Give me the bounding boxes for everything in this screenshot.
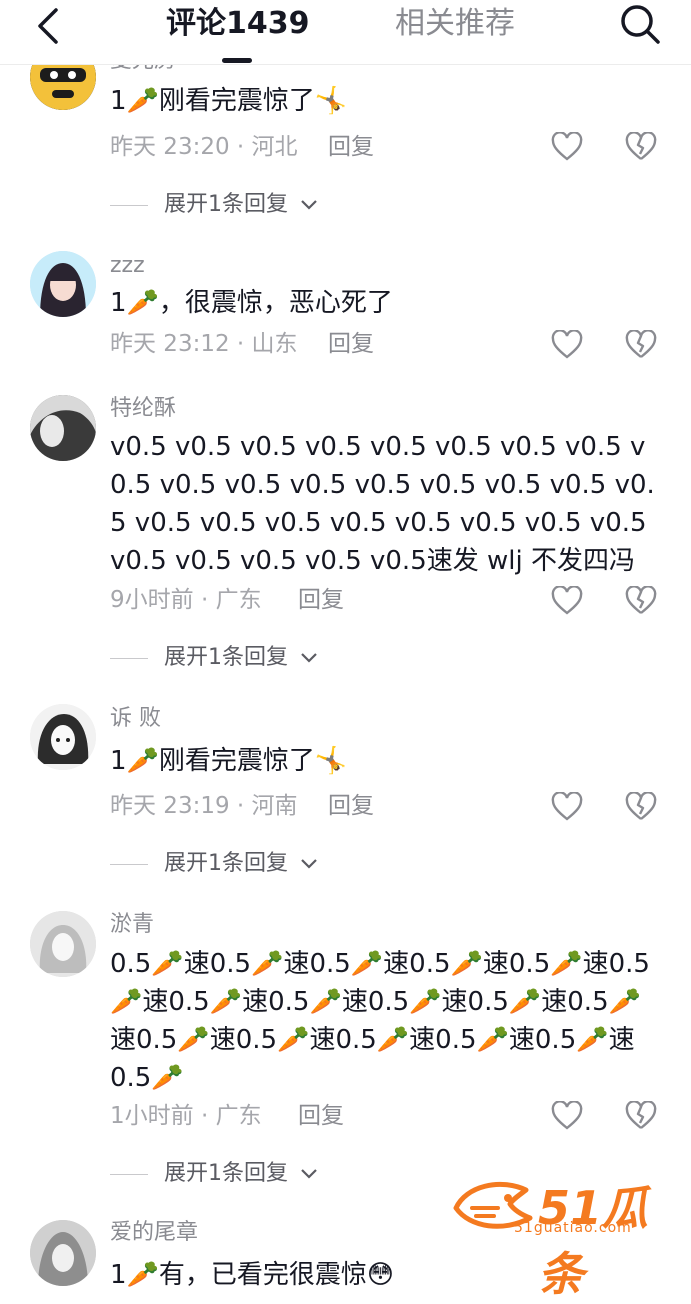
reply-button[interactable]: 回复 [328,791,374,821]
reply-button[interactable]: 回复 [328,132,374,162]
heart-icon[interactable] [551,132,583,162]
comment-meta: 昨天 23:20 · 河北 [110,134,298,160]
divider-line [110,864,148,865]
comment-text: 1🥕，很震惊，恶心死了 [110,288,393,318]
chevron-down-icon [301,1169,317,1179]
divider-line [110,205,148,206]
tab-related[interactable]: 相关推荐 [395,4,515,44]
comment-meta: 9小时前 · 广东 [110,587,262,613]
avatar[interactable] [30,911,96,977]
comment-text: 0.5🥕速0.5🥕速0.5🥕速0.5🥕速0.5🥕速0.5🥕速0.5🥕速0.5🥕速… [110,949,650,1093]
avatar-image [30,704,96,770]
avatar-image [30,1220,96,1286]
comment-username[interactable]: zzz [110,251,145,281]
expand-replies-label: 展开1条回复 [164,192,288,217]
broken-heart-icon[interactable] [625,792,657,822]
watermark-url: 51guatiao.com [514,1220,632,1236]
reply-button[interactable]: 回复 [328,329,374,359]
reply-button[interactable]: 回复 [298,585,344,615]
comment-meta: 昨天 23:12 · 山东 [110,331,298,357]
expand-replies-label: 展开1条回复 [164,851,288,876]
broken-heart-icon[interactable] [625,1101,657,1131]
chevron-down-icon [301,653,317,663]
comment-username[interactable]: 淤青 [110,910,154,940]
broken-heart-icon[interactable] [625,330,657,360]
avatar-image [30,911,96,977]
active-tab-indicator [222,58,252,63]
heart-icon[interactable] [551,792,583,822]
comment-username[interactable]: 特纶酥 [110,394,176,424]
avatar[interactable] [30,395,96,461]
chevron-down-icon [301,859,317,869]
avatar[interactable] [30,704,96,770]
tab-comments[interactable]: 评论1439 [166,4,310,44]
reply-button[interactable]: 回复 [298,1101,344,1131]
back-icon[interactable] [30,6,70,46]
avatar-image [30,395,96,461]
comment-username[interactable]: 诉 败 [110,704,161,734]
comment-text: v0.5 v0.5 v0.5 v0.5 v0.5 v0.5 v0.5 v0.5 … [110,432,655,576]
heart-icon[interactable] [551,1101,583,1131]
avatar[interactable] [30,1220,96,1286]
heart-icon[interactable] [551,330,583,360]
comment-text: 1🥕刚看完震惊了🤸 [110,746,348,776]
comment-text: 1🥕刚看完震惊了🤸 [110,86,348,116]
avatar[interactable] [30,251,96,317]
comment-meta: 昨天 23:19 · 河南 [110,793,298,819]
chevron-down-icon [301,200,317,210]
search-icon[interactable] [618,2,662,46]
divider-line [110,1174,148,1175]
broken-heart-icon[interactable] [625,586,657,616]
avatar-image [30,251,96,317]
divider-line [110,658,148,659]
comment-meta: 1小时前 · 广东 [110,1103,262,1129]
top-bar: 评论1439 相关推荐 [0,0,691,65]
watermark-brand: 51瓜条 [538,1181,649,1301]
comment-username[interactable]: 爱的尾章 [110,1218,198,1248]
heart-icon[interactable] [551,586,583,616]
broken-heart-icon[interactable] [625,132,657,162]
expand-replies-label: 展开1条回复 [164,1161,288,1186]
expand-replies-label: 展开1条回复 [164,645,288,670]
watermark-logo: 51瓜条 51guatiao.com [452,1172,672,1301]
